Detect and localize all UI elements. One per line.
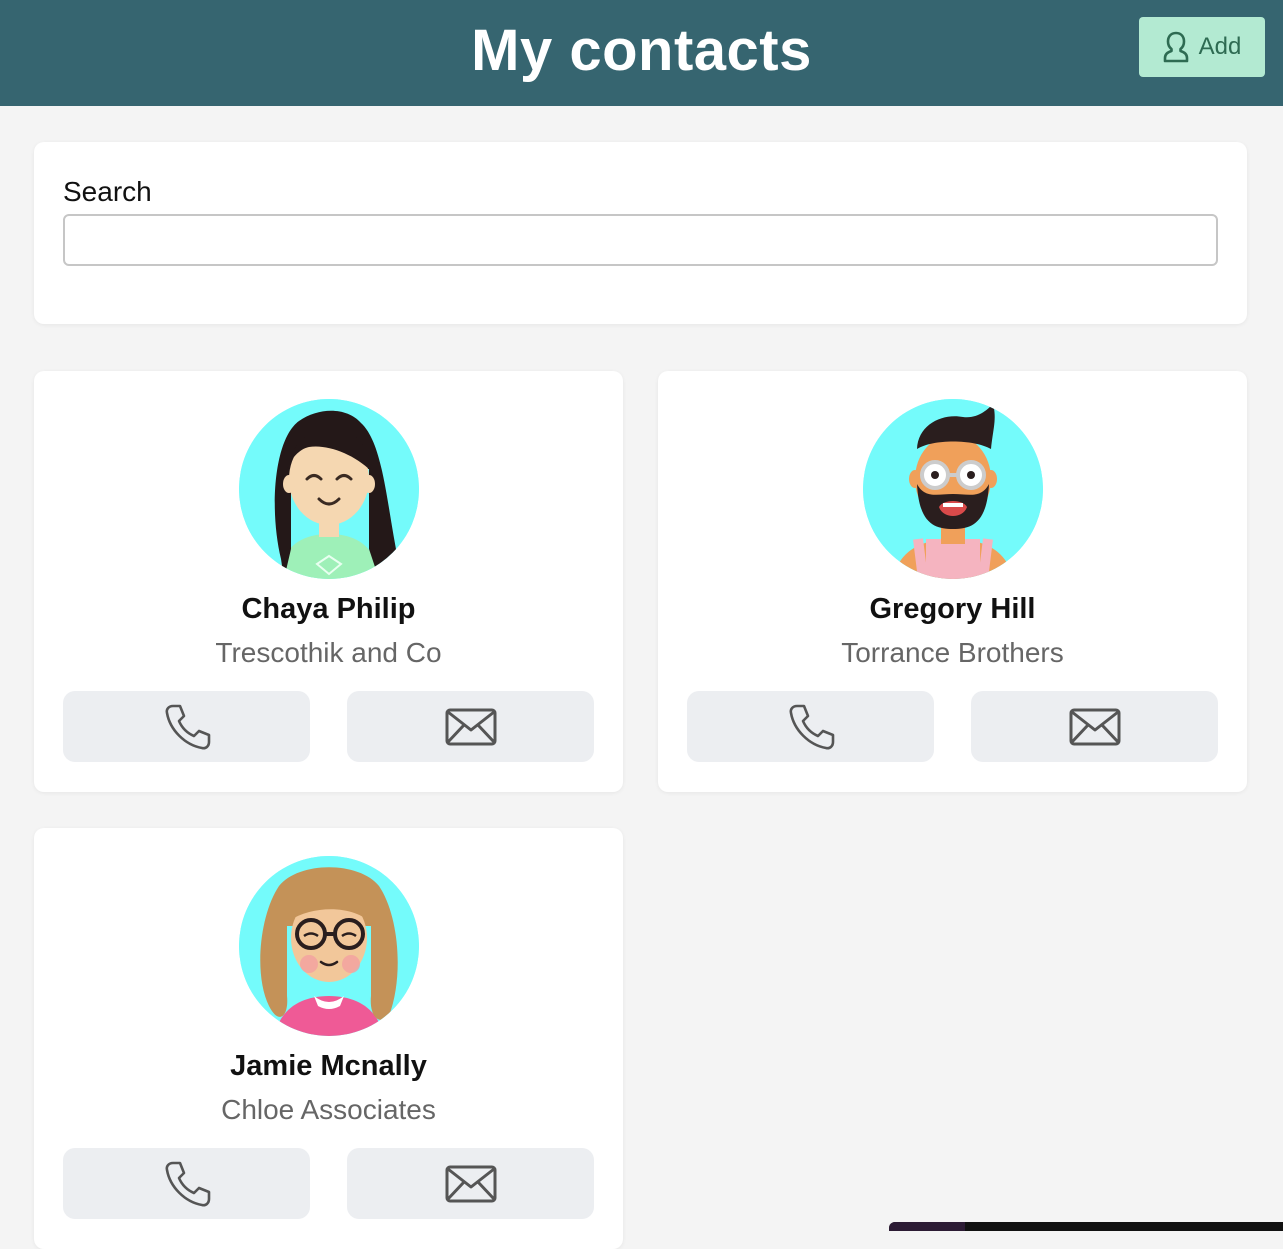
contact-name: Jamie Mcnally: [230, 1050, 427, 1082]
add-button-label: Add: [1198, 33, 1242, 60]
overlay-bar-accent: [889, 1222, 965, 1231]
page-title: My contacts: [471, 18, 812, 83]
email-button[interactable]: [347, 1148, 594, 1219]
app-header: My contacts Add: [0, 0, 1283, 106]
add-contact-button[interactable]: Add: [1139, 17, 1265, 77]
search-label: Search: [63, 176, 152, 207]
contact-company: Torrance Brothers: [841, 637, 1064, 668]
user-icon: [1163, 31, 1188, 63]
email-button[interactable]: [347, 691, 594, 762]
email-button[interactable]: [971, 691, 1218, 762]
envelope-icon: [445, 708, 496, 745]
phone-icon: [789, 704, 834, 749]
avatar: [239, 856, 419, 1036]
contact-card: Chaya Philip Trescothik and Co: [34, 371, 623, 792]
contact-card: Jamie Mcnally Chloe Associates: [34, 828, 623, 1249]
phone-icon: [165, 704, 210, 749]
search-panel: Search: [34, 142, 1247, 324]
contact-company: Trescothik and Co: [215, 637, 442, 668]
contact-name: Gregory Hill: [869, 593, 1036, 625]
contact-company: Chloe Associates: [221, 1094, 436, 1125]
avatar-woman-dark-hair-icon: [239, 399, 419, 579]
envelope-icon: [1069, 708, 1120, 745]
call-button[interactable]: [687, 691, 934, 762]
search-input[interactable]: [63, 214, 1218, 266]
envelope-icon: [445, 1165, 496, 1202]
avatar: [863, 399, 1043, 579]
call-button[interactable]: [63, 1148, 310, 1219]
phone-icon: [165, 1161, 210, 1206]
avatar-man-beard-glasses-icon: [863, 399, 1043, 579]
contact-name: Chaya Philip: [241, 593, 416, 625]
avatar-woman-curly-hair-glasses-icon: [239, 856, 419, 1036]
call-button[interactable]: [63, 691, 310, 762]
contact-card: Gregory Hill Torrance Brothers: [658, 371, 1247, 792]
avatar: [239, 399, 419, 579]
